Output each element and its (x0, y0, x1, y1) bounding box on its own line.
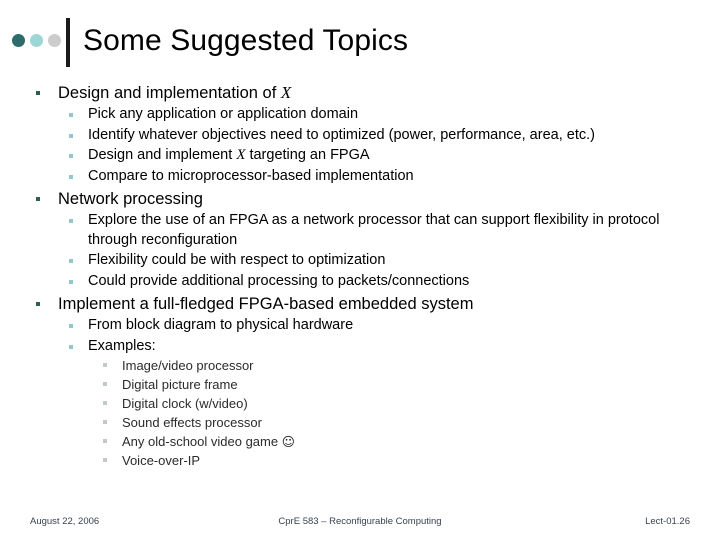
list-item-text: Explore the use of an FPGA as a network … (88, 212, 660, 248)
decorative-dot-1-icon (12, 34, 25, 47)
bullet-level1-icon (36, 91, 40, 95)
bullet-level3-icon (103, 458, 107, 462)
list-item-level3: Image/video processor (0, 356, 720, 375)
list-item-level2: Pick any application or application doma… (0, 105, 720, 125)
list-item-level2: Examples: (0, 337, 720, 357)
bullet-level2-icon (69, 174, 73, 179)
list-item-text: Implement a full-fledged FPGA-based embe… (58, 295, 474, 313)
footer-course: CprE 583 – Reconfigurable Computing (278, 516, 442, 527)
page-title: Some Suggested Topics (83, 24, 409, 57)
list-item-text: Digital picture frame (122, 377, 238, 392)
decorative-dot-2-icon (30, 34, 43, 47)
list-item-level3: Any old-school video game ☺ (0, 432, 720, 451)
list-item-text: Compare to microprocessor-based implemen… (88, 167, 414, 184)
footer-slide-number: Lect-01.26 (645, 516, 690, 527)
bullet-level2-icon (69, 113, 73, 117)
list-item-text: Flexibility could be with respect to opt… (88, 252, 386, 268)
bullet-level3-icon (103, 363, 107, 367)
slide-body: Design and implementation of X Pick any … (0, 80, 720, 470)
slide-footer: August 22, 2006 CprE 583 – Reconfigurabl… (0, 512, 720, 532)
title-divider-bar (66, 18, 70, 67)
list-item-level2: Explore the use of an FPGA as a network … (0, 211, 720, 250)
list-item-text: Design and implement X targeting an FPGA (88, 147, 370, 163)
bullet-level3-icon (103, 401, 107, 405)
list-item-text: Sound effects processor (122, 415, 262, 430)
bullet-level2-icon (69, 219, 73, 223)
list-item-level2: From block diagram to physical hardware (0, 316, 720, 336)
slide-title-area: Some Suggested Topics (0, 8, 720, 70)
list-item-text: Any old-school video game ☺ (122, 434, 295, 449)
list-item-text: Could provide additional processing to p… (88, 272, 470, 289)
list-item-text: Voice-over-IP (122, 453, 201, 468)
bullet-level1-icon (36, 197, 40, 201)
decorative-dots (12, 34, 61, 47)
list-item-level1: Implement a full-fledged FPGA-based embe… (0, 293, 720, 315)
list-item-text: Design and implementation of X (58, 83, 292, 102)
list-item-level2: Design and implement X targeting an FPGA (0, 146, 720, 166)
list-item-level1: Network processing (0, 188, 720, 210)
list-item-text: Pick any application or application doma… (88, 106, 359, 122)
italic-variable: X (280, 83, 292, 102)
bullet-level2-icon (69, 279, 73, 284)
bullet-level2-icon (69, 133, 73, 138)
list-item-text: Network processing (58, 190, 203, 208)
bullet-level2-icon (69, 344, 73, 349)
bullet-level2-icon (69, 259, 73, 263)
list-item-level3: Digital clock (w/video) (0, 394, 720, 413)
list-item-text: Digital clock (w/video) (122, 396, 248, 411)
list-item-text: Image/video processor (122, 358, 254, 373)
list-item-level3: Sound effects processor (0, 413, 720, 432)
list-item-level2: Compare to microprocessor-based implemen… (0, 167, 720, 187)
bullet-level3-icon (103, 439, 107, 443)
list-item-level3: Voice-over-IP (0, 451, 720, 470)
bullet-level3-icon (103, 420, 107, 424)
list-item-level3: Digital picture frame (0, 375, 720, 394)
list-item-text: Identify whatever objectives need to opt… (88, 126, 595, 143)
bullet-level2-icon (69, 154, 73, 158)
list-item-level2: Flexibility could be with respect to opt… (0, 251, 720, 271)
smiley-icon: ☺ (281, 434, 295, 449)
list-item-text: Examples: (88, 337, 156, 354)
list-item-text: From block diagram to physical hardware (88, 317, 354, 333)
list-item-level2: Identify whatever objectives need to opt… (0, 126, 720, 146)
slide: Some Suggested Topics Design and impleme… (0, 0, 720, 540)
bullet-level3-icon (103, 382, 107, 386)
list-item-level2: Could provide additional processing to p… (0, 272, 720, 292)
list-item-level1: Design and implementation of X (0, 82, 720, 104)
bullet-level2-icon (69, 324, 73, 328)
bullet-level1-icon (36, 302, 40, 306)
decorative-dot-3-icon (48, 34, 61, 47)
